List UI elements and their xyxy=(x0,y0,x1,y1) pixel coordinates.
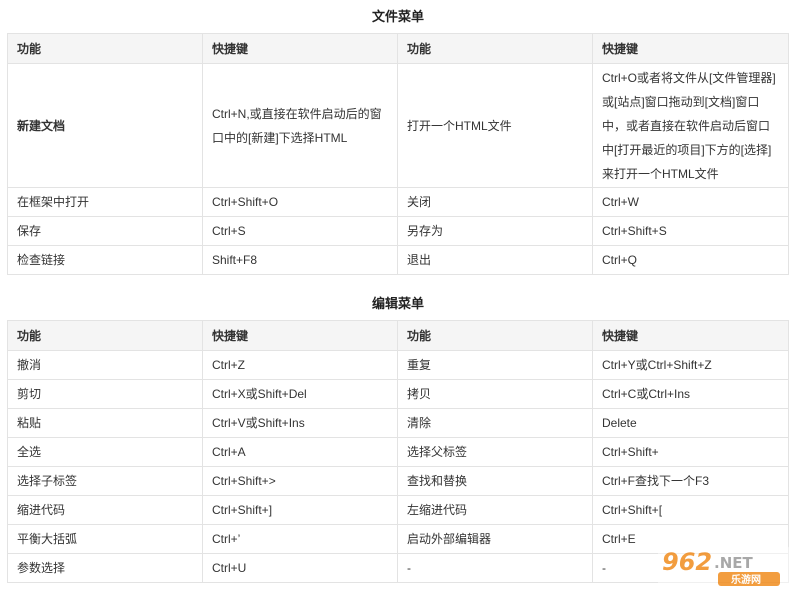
shortcut-cell: Ctrl+X或Shift+Del xyxy=(202,379,398,409)
edit-menu-title: 编辑菜单 xyxy=(371,296,424,311)
function-cell: 拷贝 xyxy=(397,379,593,409)
table-row: 检查链接 Shift+F8 退出 Ctrl+Q xyxy=(7,245,789,275)
shortcut-cell: Ctrl+Shift+O xyxy=(202,187,398,217)
function-cell: 平衡大括弧 xyxy=(7,524,203,554)
function-cell: 检查链接 xyxy=(7,245,203,275)
shortcut-cell: Ctrl+N,或直接在软件启动后的窗口中的[新建]下选择HTML xyxy=(202,63,398,188)
shortcut-cell: Ctrl+F查找下一个F3 xyxy=(592,466,789,496)
column-header: 快捷键 xyxy=(202,33,398,64)
column-header: 功能 xyxy=(7,33,203,64)
shortcut-cell: Ctrl+S xyxy=(202,216,398,246)
shortcut-cell: Ctrl+A xyxy=(202,437,398,467)
function-cell: 关闭 xyxy=(397,187,593,217)
function-cell: 左缩进代码 xyxy=(397,495,593,525)
file-menu-table: 功能 快捷键 功能 快捷键 新建文档 Ctrl+N,或直接在软件启动后的窗口中的… xyxy=(7,33,789,275)
function-cell: 另存为 xyxy=(397,216,593,246)
table-row: 撤消 Ctrl+Z 重复 Ctrl+Y或Ctrl+Shift+Z xyxy=(7,350,789,380)
shortcut-cell: Ctrl+V或Shift+Ins xyxy=(202,408,398,438)
shortcut-cell: Ctrl+Shift+ xyxy=(592,437,789,467)
function-cell: 撤消 xyxy=(7,350,203,380)
table-row: 选择子标签 Ctrl+Shift+> 查找和替换 Ctrl+F查找下一个F3 xyxy=(7,466,789,496)
function-cell: 全选 xyxy=(7,437,203,467)
edit-menu-table: 功能 快捷键 功能 快捷键 撤消 Ctrl+Z 重复 Ctrl+Y或Ctrl+S… xyxy=(7,320,789,583)
table-row: 在框架中打开 Ctrl+Shift+O 关闭 Ctrl+W xyxy=(7,187,789,217)
table-row: 剪切 Ctrl+X或Shift+Del 拷贝 Ctrl+C或Ctrl+Ins xyxy=(7,379,789,409)
shortcut-cell: Ctrl+W xyxy=(592,187,789,217)
site-watermark-logo: 962 .NET 乐游网 xyxy=(658,545,790,589)
shortcut-cell: Ctrl+Shift+[ xyxy=(592,495,789,525)
function-cell: - xyxy=(397,553,593,583)
shortcut-cell: Ctrl+’ xyxy=(202,524,398,554)
shortcut-cell: Ctrl+Y或Ctrl+Shift+Z xyxy=(592,350,789,380)
table-row: 缩进代码 Ctrl+Shift+] 左缩进代码 Ctrl+Shift+[ xyxy=(7,495,789,525)
table-row: 全选 Ctrl+A 选择父标签 Ctrl+Shift+ xyxy=(7,437,789,467)
shortcut-cell: Ctrl+Shift+] xyxy=(202,495,398,525)
table-row: 新建文档 Ctrl+N,或直接在软件启动后的窗口中的[新建]下选择HTML 打开… xyxy=(7,63,789,188)
table-header-row: 功能 快捷键 功能 快捷键 xyxy=(7,33,789,64)
table-row: 保存 Ctrl+S 另存为 Ctrl+Shift+S xyxy=(7,216,789,246)
column-header: 快捷键 xyxy=(592,33,789,64)
column-header: 功能 xyxy=(397,33,593,64)
shortcut-cell: Ctrl+Shift+> xyxy=(202,466,398,496)
function-cell: 选择父标签 xyxy=(397,437,593,467)
column-header: 功能 xyxy=(7,320,203,351)
shortcut-cell: Ctrl+O或者将文件从[文件管理器]或[站点]窗口拖动到[文档]窗口中，或者直… xyxy=(592,63,789,188)
svg-text:乐游网: 乐游网 xyxy=(731,573,761,586)
table-row: 粘贴 Ctrl+V或Shift+Ins 清除 Delete xyxy=(7,408,789,438)
function-cell: 重复 xyxy=(397,350,593,380)
column-header: 快捷键 xyxy=(202,320,398,351)
file-menu-title: 文件菜单 xyxy=(371,9,424,24)
column-header: 快捷键 xyxy=(592,320,789,351)
function-cell: 清除 xyxy=(397,408,593,438)
function-cell: 打开一个HTML文件 xyxy=(397,63,593,188)
function-cell: 在框架中打开 xyxy=(7,187,203,217)
function-cell: 新建文档 xyxy=(7,63,203,188)
function-cell: 退出 xyxy=(397,245,593,275)
function-cell: 粘贴 xyxy=(7,408,203,438)
shortcut-cell: Ctrl+U xyxy=(202,553,398,583)
function-cell: 选择子标签 xyxy=(7,466,203,496)
function-cell: 参数选择 xyxy=(7,553,203,583)
shortcut-cell: Ctrl+C或Ctrl+Ins xyxy=(592,379,789,409)
svg-text:.NET: .NET xyxy=(714,554,753,572)
shortcut-cell: Delete xyxy=(592,408,789,438)
function-cell: 查找和替换 xyxy=(397,466,593,496)
table-header-row: 功能 快捷键 功能 快捷键 xyxy=(7,320,789,351)
shortcut-cell: Ctrl+Q xyxy=(592,245,789,275)
function-cell: 剪切 xyxy=(7,379,203,409)
svg-text:962: 962 xyxy=(662,548,712,576)
column-header: 功能 xyxy=(397,320,593,351)
shortcut-cell: Ctrl+Shift+S xyxy=(592,216,789,246)
function-cell: 缩进代码 xyxy=(7,495,203,525)
shortcut-cell: Shift+F8 xyxy=(202,245,398,275)
shortcut-cell: Ctrl+Z xyxy=(202,350,398,380)
function-cell: 启动外部编辑器 xyxy=(397,524,593,554)
function-cell: 保存 xyxy=(7,216,203,246)
